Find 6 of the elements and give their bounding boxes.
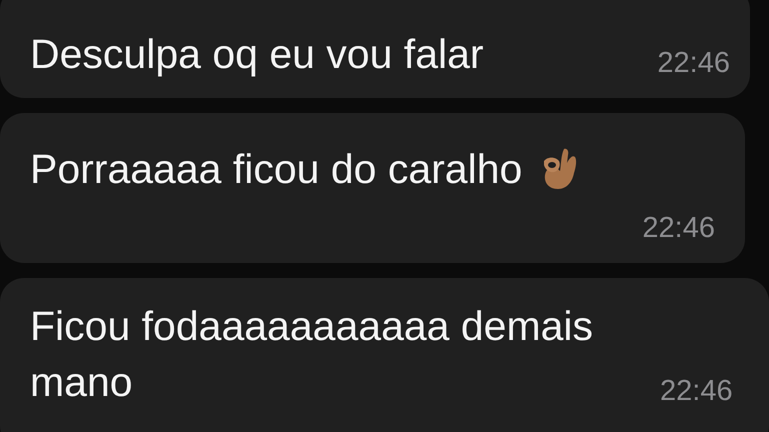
- message-text: Ficou fodaaaaaaaaaaa demais mano: [30, 302, 594, 407]
- message-text: Desculpa oq eu vou falar: [30, 30, 485, 79]
- message-time: 22:46: [657, 46, 730, 80]
- message-text: Porraaaaa ficou do caralho: [30, 145, 522, 194]
- message-time: 22:46: [660, 374, 733, 408]
- message-time: 22:46: [642, 211, 715, 245]
